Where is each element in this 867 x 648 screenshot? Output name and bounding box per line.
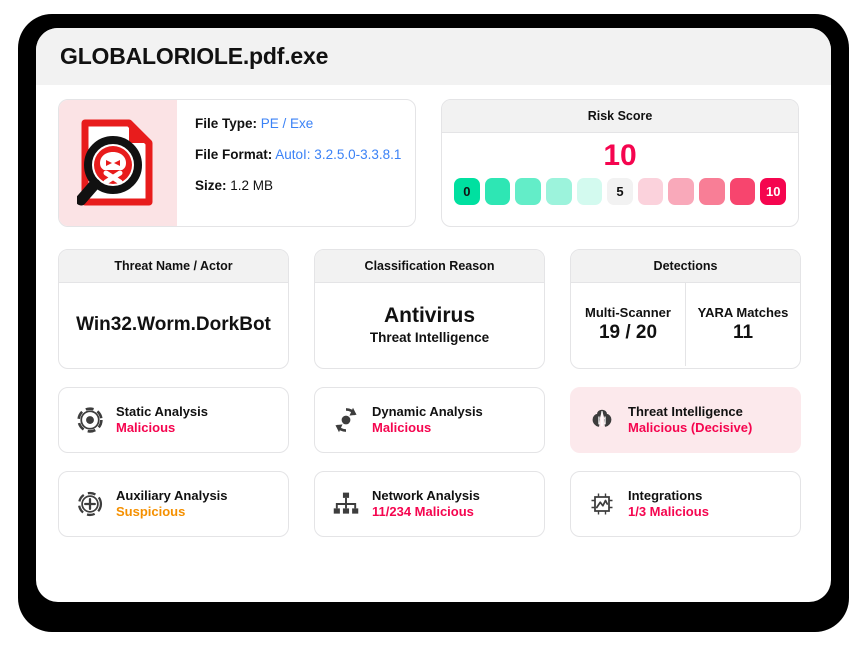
- threat-name-title: Threat Name / Actor: [59, 250, 288, 283]
- detail-row: Threat Name / Actor Win32.Worm.DorkBot C…: [58, 249, 809, 369]
- verdict-tile[interactable]: Network Analysis 11/234 Malicious: [314, 471, 545, 537]
- file-icon-container: [59, 100, 177, 226]
- threat-name-value: Win32.Worm.DorkBot: [76, 313, 271, 335]
- malware-file-icon: [77, 119, 153, 206]
- verdict-tile-title: Integrations: [628, 488, 703, 504]
- verdict-tile[interactable]: Auxiliary Analysis Suspicious: [58, 471, 289, 537]
- risk-scale-segment: [576, 178, 603, 205]
- classification-body: Antivirus Threat Intelligence: [315, 283, 544, 366]
- file-format-value[interactable]: AutoI: 3.2.5.0-3.3.8.1: [275, 147, 401, 162]
- auxiliary-analysis-icon: [75, 489, 105, 519]
- detections-title: Detections: [571, 250, 800, 283]
- risk-scale-segment: [668, 178, 695, 205]
- risk-scale-segment: [515, 178, 541, 205]
- risk-scale-segment: 10: [760, 178, 787, 205]
- detections-column-multiscanner: Multi-Scanner 19 / 20: [571, 283, 685, 366]
- verdict-tile-text: Integrations 1/3 Malicious: [628, 488, 709, 520]
- verdict-tile[interactable]: Static Analysis Malicious: [58, 387, 289, 453]
- page-title: GLOBALORIOLE.pdf.exe: [60, 43, 329, 69]
- risk-score-value: 10: [603, 139, 637, 172]
- detections-value: 11: [732, 322, 754, 343]
- risk-scale-segment: 0: [453, 178, 480, 205]
- threat-name-panel: Threat Name / Actor Win32.Worm.DorkBot: [58, 249, 289, 369]
- risk-score-title: Risk Score: [442, 100, 798, 133]
- file-type-value[interactable]: PE / Exe: [261, 116, 314, 131]
- file-format-label: File Format:: [195, 147, 273, 162]
- verdict-tile-title: Static Analysis: [116, 404, 209, 420]
- file-type-label: File Type:: [195, 116, 258, 131]
- risk-scale-segment: [484, 178, 511, 205]
- file-type-row: File Type: PE / Exe: [195, 116, 415, 131]
- dynamic-analysis-icon: [331, 405, 361, 435]
- verdict-tile-status: Suspicious: [116, 504, 186, 519]
- file-format-row: File Format: AutoI: 3.2.5.0-3.3.8.1: [195, 147, 415, 162]
- risk-scale-segment: [729, 178, 756, 205]
- risk-score-body: 10 0 5 10: [442, 133, 798, 205]
- verdict-tile-status: Malicious (Decisive): [628, 420, 753, 435]
- risk-scale-segment: [637, 178, 664, 205]
- titlebar: GLOBALORIOLE.pdf.exe: [36, 28, 831, 85]
- verdict-tile-title: Dynamic Analysis: [372, 404, 483, 420]
- verdict-tile-title: Threat Intelligence: [628, 404, 743, 420]
- file-info-panel: File Type: PE / Exe File Format: AutoI: …: [58, 99, 416, 227]
- verdict-tile[interactable]: Threat Intelligence Malicious (Decisive): [570, 387, 801, 453]
- verdict-tile-text: Dynamic Analysis Malicious: [372, 404, 483, 436]
- verdict-tile-status: Malicious: [372, 420, 432, 435]
- verdict-tile[interactable]: Integrations 1/3 Malicious: [570, 471, 801, 537]
- verdict-row-bottom: Auxiliary Analysis Suspicious Network Anal…: [58, 471, 809, 537]
- verdict-tile-status: 11/234 Malicious: [372, 504, 474, 519]
- network-analysis-icon: [331, 489, 361, 519]
- detections-body: Multi-Scanner 19 / 20 YARA Matches 11: [571, 283, 800, 366]
- verdict-tile-text: Network Analysis 11/234 Malicious: [372, 488, 480, 520]
- threat-name-body: Win32.Worm.DorkBot: [59, 283, 288, 366]
- detections-label: YARA Matches: [697, 305, 789, 320]
- detections-panel: Detections Multi-Scanner 19 / 20 YARA Ma…: [570, 249, 801, 369]
- file-size-row: Size: 1.2 MB: [195, 178, 415, 193]
- integrations-icon: [587, 489, 617, 519]
- detections-value: 19 / 20: [598, 322, 658, 343]
- classification-value: Antivirus: [383, 304, 475, 327]
- verdict-row-top: Static Analysis Malicious Dynamic Analysis…: [58, 387, 809, 453]
- detections-column-yara: YARA Matches 11: [685, 283, 800, 366]
- file-size-label: Size:: [195, 178, 227, 193]
- verdict-tile-status: 1/3 Malicious: [628, 504, 709, 519]
- threat-intelligence-icon: [587, 405, 617, 435]
- detections-label: Multi-Scanner: [585, 305, 671, 320]
- classification-subvalue: Threat Intelligence: [369, 330, 490, 345]
- risk-scale-segment: 5: [607, 178, 633, 205]
- verdict-tile[interactable]: Dynamic Analysis Malicious: [314, 387, 545, 453]
- file-size-value: 1.2 MB: [230, 178, 274, 193]
- static-analysis-icon: [75, 405, 105, 435]
- verdict-tile-title: Network Analysis: [372, 488, 480, 504]
- report-body: File Type: PE / Exe File Format: AutoI: …: [36, 85, 831, 537]
- classification-title: Classification Reason: [315, 250, 544, 283]
- summary-row: File Type: PE / Exe File Format: AutoI: …: [58, 99, 809, 227]
- risk-scale: 0 5 10: [453, 178, 787, 205]
- verdict-tile-status: Malicious: [116, 420, 176, 435]
- risk-score-panel: Risk Score 10 0 5 10: [441, 99, 799, 227]
- verdict-tile-text: Threat Intelligence Malicious (Decisive): [628, 404, 752, 436]
- report-card: GLOBALORIOLE.pdf.exe File Type: PE / Exe…: [36, 28, 831, 602]
- verdict-tile-text: Static Analysis Malicious: [116, 404, 208, 436]
- verdict-tile-title: Auxiliary Analysis: [116, 488, 228, 504]
- risk-scale-segment: [545, 178, 572, 205]
- file-metadata: File Type: PE / Exe File Format: AutoI: …: [177, 100, 415, 226]
- verdict-tile-text: Auxiliary Analysis Suspicious: [116, 488, 228, 520]
- classification-panel: Classification Reason Antivirus Threat I…: [314, 249, 545, 369]
- risk-scale-segment: [699, 178, 725, 205]
